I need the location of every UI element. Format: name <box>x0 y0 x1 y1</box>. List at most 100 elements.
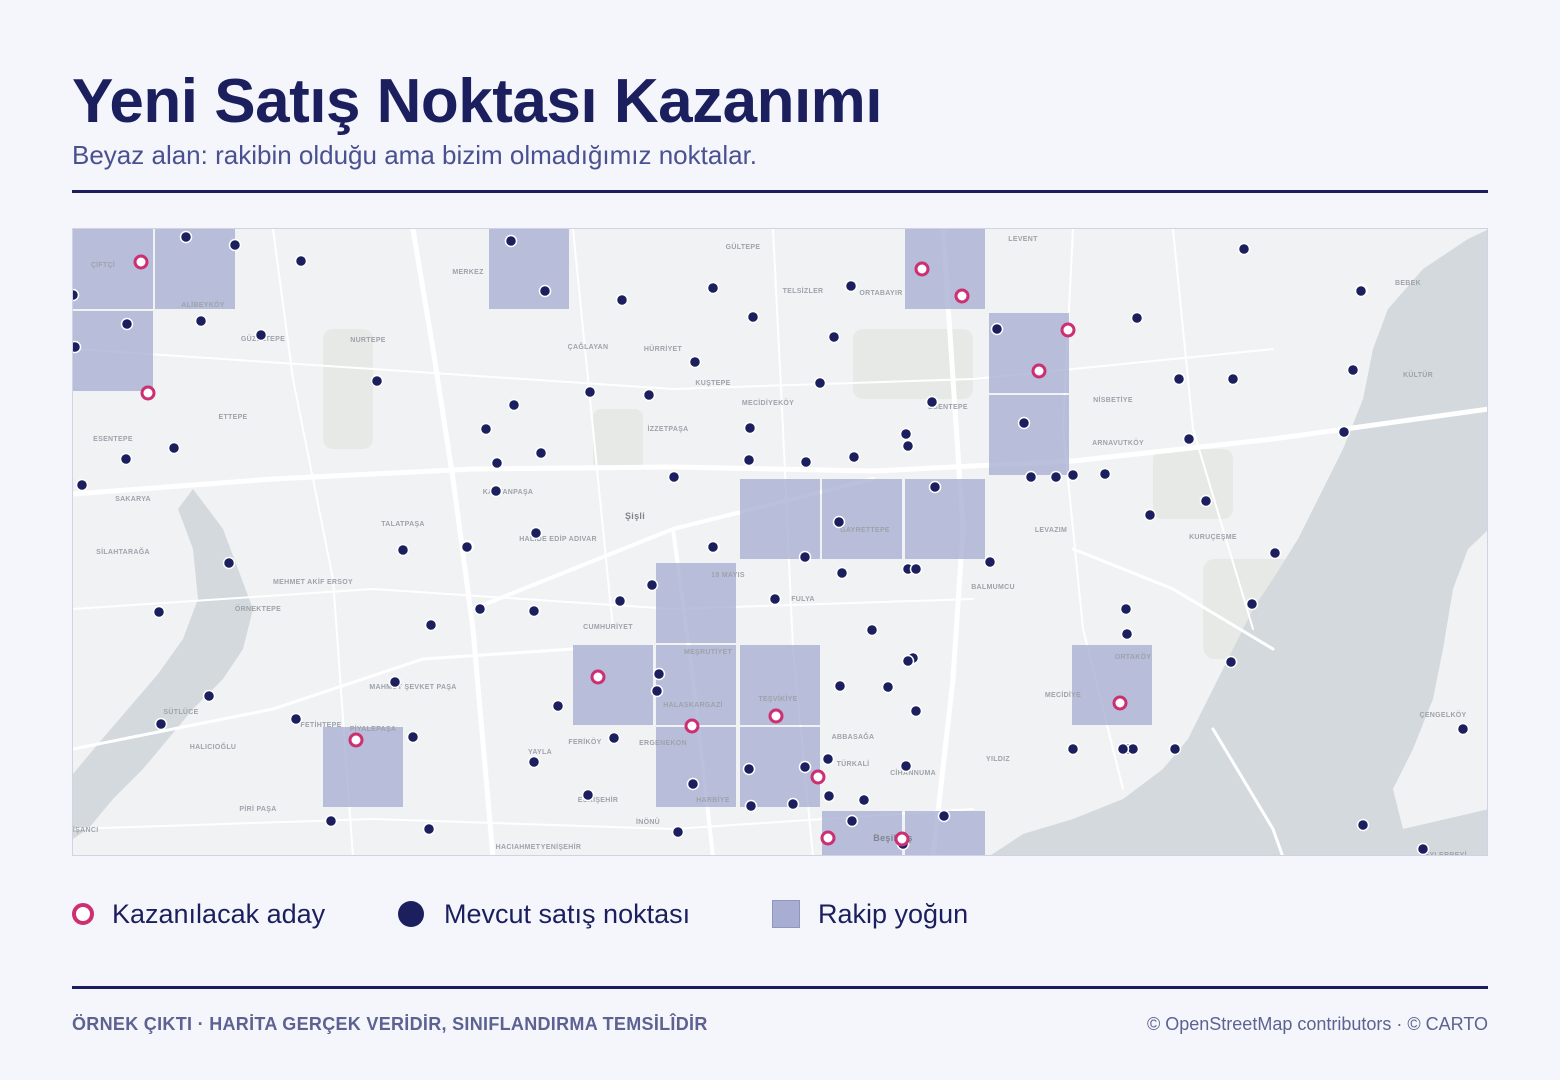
existing-point[interactable] <box>822 789 836 803</box>
existing-point[interactable] <box>742 762 756 776</box>
candidate-point[interactable] <box>140 385 156 401</box>
existing-point[interactable] <box>768 592 782 606</box>
existing-point[interactable] <box>504 234 518 248</box>
existing-point[interactable] <box>228 238 242 252</box>
existing-point[interactable] <box>1119 602 1133 616</box>
existing-point[interactable] <box>254 328 268 342</box>
existing-point[interactable] <box>686 777 700 791</box>
existing-point[interactable] <box>388 675 402 689</box>
existing-point[interactable] <box>1120 627 1134 641</box>
existing-point[interactable] <box>909 704 923 718</box>
candidate-point[interactable] <box>768 708 784 724</box>
map-panel[interactable]: ÇİFTÇİALİBEYKÖYGÜZELTEPEETTEPEESENTEPESA… <box>72 228 1488 856</box>
existing-point[interactable] <box>845 814 859 828</box>
existing-point[interactable] <box>479 422 493 436</box>
existing-point[interactable] <box>1456 722 1470 736</box>
existing-point[interactable] <box>422 822 436 836</box>
existing-point[interactable] <box>667 470 681 484</box>
existing-point[interactable] <box>1245 597 1259 611</box>
existing-point[interactable] <box>581 788 595 802</box>
existing-point[interactable] <box>650 684 664 698</box>
existing-point[interactable] <box>881 680 895 694</box>
map-canvas[interactable]: ÇİFTÇİALİBEYKÖYGÜZELTEPEETTEPEESENTEPESA… <box>73 229 1488 856</box>
existing-point[interactable] <box>75 478 89 492</box>
existing-point[interactable] <box>901 654 915 668</box>
existing-point[interactable] <box>925 395 939 409</box>
existing-point[interactable] <box>222 556 236 570</box>
existing-point[interactable] <box>706 540 720 554</box>
existing-point[interactable] <box>1017 416 1031 430</box>
existing-point[interactable] <box>489 484 503 498</box>
existing-point[interactable] <box>835 566 849 580</box>
existing-point[interactable] <box>1224 655 1238 669</box>
existing-point[interactable] <box>370 374 384 388</box>
existing-point[interactable] <box>1416 842 1430 855</box>
existing-point[interactable] <box>289 712 303 726</box>
existing-point[interactable] <box>613 594 627 608</box>
existing-point[interactable] <box>507 398 521 412</box>
existing-point[interactable] <box>1116 742 1130 756</box>
existing-point[interactable] <box>652 667 666 681</box>
existing-point[interactable] <box>928 480 942 494</box>
existing-point[interactable] <box>899 427 913 441</box>
existing-point[interactable] <box>798 550 812 564</box>
existing-point[interactable] <box>937 809 951 823</box>
candidate-point[interactable] <box>1112 695 1128 711</box>
existing-point[interactable] <box>821 752 835 766</box>
existing-point[interactable] <box>490 456 504 470</box>
existing-point[interactable] <box>551 699 565 713</box>
existing-point[interactable] <box>1226 372 1240 386</box>
existing-point[interactable] <box>706 281 720 295</box>
existing-point[interactable] <box>424 618 438 632</box>
existing-point[interactable] <box>1024 470 1038 484</box>
existing-point[interactable] <box>527 604 541 618</box>
existing-point[interactable] <box>202 689 216 703</box>
existing-point[interactable] <box>1199 494 1213 508</box>
candidate-point[interactable] <box>348 732 364 748</box>
existing-point[interactable] <box>990 322 1004 336</box>
existing-point[interactable] <box>899 759 913 773</box>
existing-point[interactable] <box>1346 363 1360 377</box>
existing-point[interactable] <box>1143 508 1157 522</box>
existing-point[interactable] <box>1066 468 1080 482</box>
candidate-point[interactable] <box>810 769 826 785</box>
existing-point[interactable] <box>73 288 80 302</box>
existing-point[interactable] <box>460 540 474 554</box>
existing-point[interactable] <box>1237 242 1251 256</box>
existing-point[interactable] <box>645 578 659 592</box>
existing-point[interactable] <box>1066 742 1080 756</box>
existing-point[interactable] <box>473 602 487 616</box>
existing-point[interactable] <box>1172 372 1186 386</box>
existing-point[interactable] <box>688 355 702 369</box>
existing-point[interactable] <box>671 825 685 839</box>
existing-point[interactable] <box>813 376 827 390</box>
existing-point[interactable] <box>1168 742 1182 756</box>
existing-point[interactable] <box>983 555 997 569</box>
existing-point[interactable] <box>1130 311 1144 325</box>
existing-point[interactable] <box>857 793 871 807</box>
existing-point[interactable] <box>1337 425 1351 439</box>
candidate-point[interactable] <box>590 669 606 685</box>
existing-point[interactable] <box>73 340 82 354</box>
map-attribution[interactable]: © OpenStreetMap contributors · © CARTO <box>1147 1014 1488 1035</box>
existing-point[interactable] <box>844 279 858 293</box>
candidate-point[interactable] <box>954 288 970 304</box>
existing-point[interactable] <box>798 760 812 774</box>
existing-point[interactable] <box>1354 284 1368 298</box>
candidate-point[interactable] <box>894 831 910 847</box>
existing-point[interactable] <box>396 543 410 557</box>
existing-point[interactable] <box>847 450 861 464</box>
existing-point[interactable] <box>527 755 541 769</box>
existing-point[interactable] <box>799 455 813 469</box>
existing-point[interactable] <box>615 293 629 307</box>
existing-point[interactable] <box>167 441 181 455</box>
existing-point[interactable] <box>583 385 597 399</box>
existing-point[interactable] <box>827 330 841 344</box>
existing-point[interactable] <box>119 452 133 466</box>
existing-point[interactable] <box>529 526 543 540</box>
existing-point[interactable] <box>642 388 656 402</box>
existing-point[interactable] <box>534 446 548 460</box>
existing-point[interactable] <box>746 310 760 324</box>
existing-point[interactable] <box>1098 467 1112 481</box>
existing-point[interactable] <box>406 730 420 744</box>
